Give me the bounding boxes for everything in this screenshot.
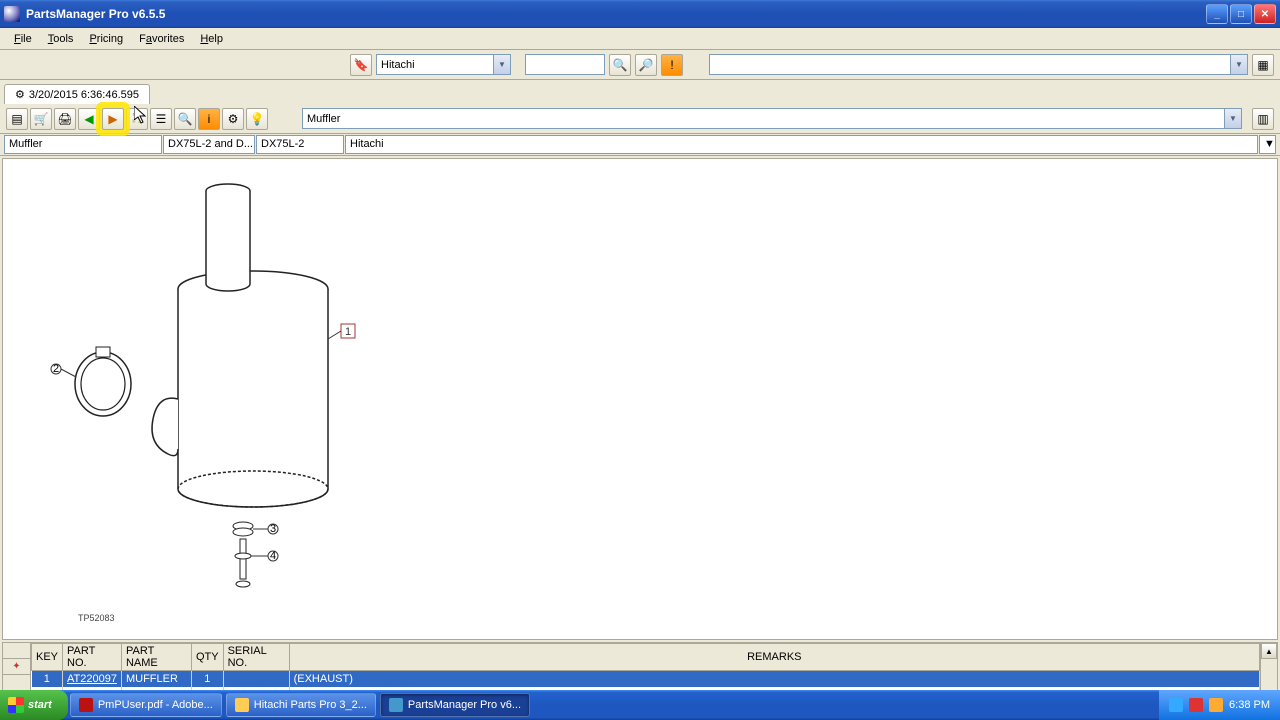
start-label: start	[28, 699, 52, 711]
part-combo-value: Muffler	[307, 113, 340, 125]
crumb-model[interactable]: DX75L-2	[256, 135, 344, 154]
part-combo[interactable]: Muffler ▼	[302, 108, 1242, 129]
crumb-dropdown[interactable]: ▼	[1259, 135, 1276, 154]
search-button[interactable]: 🔍	[609, 54, 631, 76]
brand-icon[interactable]: 🔖	[350, 54, 372, 76]
search-alt-button[interactable]: 🔎	[635, 54, 657, 76]
tab-session[interactable]: ⚙ 3/20/2015 6:36:46.595	[4, 84, 150, 104]
right-action-button[interactable]: ▦	[1252, 54, 1274, 76]
chevron-down-icon: ▼	[493, 55, 510, 74]
search-input[interactable]	[525, 54, 605, 75]
menu-file[interactable]: File	[6, 31, 40, 47]
zoom-button[interactable]: 🔍	[174, 108, 196, 130]
app-icon	[4, 6, 20, 22]
row-marker-2[interactable]	[3, 675, 30, 691]
tab-strip: ⚙ 3/20/2015 6:36:46.595	[0, 80, 1280, 104]
gear-button[interactable]: ⚙	[222, 108, 244, 130]
back-button[interactable]: ◀	[78, 108, 100, 130]
system-tray[interactable]: 6:38 PM	[1159, 690, 1280, 720]
tray-icon[interactable]	[1209, 698, 1223, 712]
svg-text:4: 4	[270, 550, 276, 562]
pdf-icon	[79, 698, 93, 712]
svg-text:1: 1	[345, 326, 351, 338]
chevron-down-icon: ▼	[1224, 109, 1241, 128]
menu-favorites[interactable]: Favorites	[131, 31, 192, 47]
scroll-up-icon[interactable]: ▲	[1261, 643, 1277, 659]
start-button[interactable]: start	[0, 690, 68, 720]
tab-label: 3/20/2015 6:36:46.595	[29, 89, 139, 101]
menu-tools[interactable]: Tools	[40, 31, 82, 47]
forward-button[interactable]: ▶	[102, 108, 124, 130]
alert-button[interactable]: !	[661, 54, 683, 76]
chevron-down-icon: ▼	[1230, 55, 1247, 74]
menu-pricing[interactable]: Pricing	[81, 31, 131, 47]
muffler-diagram: 1 2 3 4	[13, 169, 413, 629]
partno-link[interactable]: AT220097	[67, 673, 117, 685]
col-partname[interactable]: PART NAME	[121, 644, 191, 671]
crumb-brand[interactable]: Hitachi	[345, 135, 1258, 154]
taskbar-item-pdf[interactable]: PmPUser.pdf - Adobe...	[70, 693, 222, 717]
col-key[interactable]: KEY	[32, 644, 63, 671]
col-partno[interactable]: PART NO.	[63, 644, 122, 671]
home-button[interactable]: ▤	[6, 108, 28, 130]
clock: 6:38 PM	[1229, 699, 1270, 711]
info-button[interactable]: i	[198, 108, 220, 130]
crumb-part[interactable]: Muffler	[4, 135, 162, 154]
expand-button[interactable]: ⛶	[126, 108, 148, 130]
menu-help[interactable]: Help	[192, 31, 231, 47]
window-titlebar: PartsManager Pro v6.5.5 _ □ ✕	[0, 0, 1280, 28]
window-title: PartsManager Pro v6.5.5	[26, 7, 1206, 21]
secondary-toolbar: ▤ 🛒 🖨 ◀ ▶ ⛶ ☰ 🔍 i ⚙ 💡 Muffler ▼ ▥	[0, 104, 1280, 134]
menu-bar: File Tools Pricing Favorites Help	[0, 28, 1280, 50]
col-serial[interactable]: SERIAL NO.	[223, 644, 289, 671]
col-remarks[interactable]: REMARKS	[289, 644, 1259, 671]
table-row[interactable]: 1 AT220097 MUFFLER 1 (EXHAUST)	[32, 671, 1260, 687]
header-spacer	[3, 643, 30, 659]
columns-button[interactable]: ▥	[1252, 108, 1274, 130]
svg-text:2: 2	[53, 363, 59, 375]
diagram-code: TP52083	[78, 613, 115, 623]
brand-combo[interactable]: Hitachi ▼	[376, 54, 511, 75]
table-header-row: KEY PART NO. PART NAME QTY SERIAL NO. RE…	[32, 644, 1260, 671]
print-button[interactable]: 🖨	[54, 108, 76, 130]
top-toolbar: 🔖 Hitachi ▼ 🔍 🔎 ! ▼ ▦	[0, 50, 1280, 80]
bolt-icon: ⚙	[15, 88, 25, 101]
taskbar: start PmPUser.pdf - Adobe... Hitachi Par…	[0, 690, 1280, 720]
taskbar-item-app[interactable]: PartsManager Pro v6...	[380, 693, 530, 717]
app-small-icon	[389, 698, 403, 712]
brand-combo-value: Hitachi	[381, 59, 415, 71]
crumb-section[interactable]: DX75L-2 and D...	[163, 135, 255, 154]
close-button[interactable]: ✕	[1254, 4, 1276, 24]
tray-icon[interactable]	[1189, 698, 1203, 712]
row-marker-1[interactable]: ✦	[3, 659, 30, 675]
right-combo[interactable]: ▼	[709, 54, 1248, 75]
bulb-button[interactable]: 💡	[246, 108, 268, 130]
windows-flag-icon	[8, 697, 24, 713]
list-button[interactable]: ☰	[150, 108, 172, 130]
folder-icon	[235, 698, 249, 712]
maximize-button[interactable]: □	[1230, 4, 1252, 24]
col-qty[interactable]: QTY	[191, 644, 223, 671]
svg-text:3: 3	[270, 523, 276, 535]
taskbar-item-folder[interactable]: Hitachi Parts Pro 3_2...	[226, 693, 376, 717]
diagram-viewport[interactable]: 1 2 3 4 TP52083	[2, 158, 1278, 640]
breadcrumb-row: Muffler DX75L-2 and D... DX75L-2 Hitachi…	[0, 134, 1280, 156]
tray-icon[interactable]	[1169, 698, 1183, 712]
cart-button[interactable]: 🛒	[30, 108, 52, 130]
minimize-button[interactable]: _	[1206, 4, 1228, 24]
